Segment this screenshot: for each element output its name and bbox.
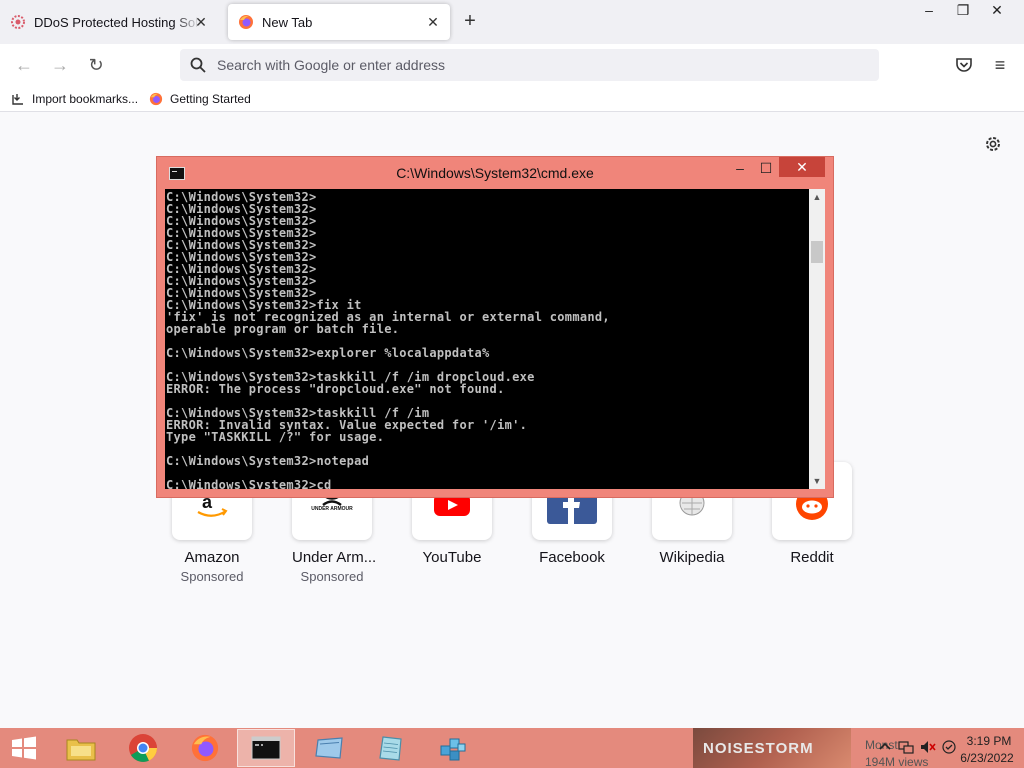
cmd-window[interactable]: C:\Windows\System32\cmd.exe – ☐ ✕ C:\Win…	[156, 156, 834, 498]
clock-time[interactable]: 3:19 PM	[960, 734, 1018, 748]
close-tab-icon[interactable]: ✕	[424, 13, 442, 31]
navigation-toolbar: ← → ↻ Search with Google or enter addres…	[0, 44, 1024, 86]
svg-text:a: a	[202, 496, 213, 512]
menu-hamburger-icon[interactable]: ≡	[990, 54, 1010, 76]
site-favicon-icon	[11, 15, 25, 29]
url-bar[interactable]: Search with Google or enter address	[180, 49, 879, 81]
bookmark-getting-started[interactable]: Getting Started	[149, 92, 251, 106]
chrome-icon	[129, 734, 157, 762]
clock-date[interactable]: 6/23/2022	[954, 751, 1020, 765]
reload-icon[interactable]: ↻	[82, 52, 110, 78]
windows-logo-icon	[12, 736, 36, 760]
gear-icon[interactable]	[983, 134, 1003, 154]
minimize-icon[interactable]: –	[727, 159, 753, 179]
taskbar-package-app[interactable]	[424, 729, 482, 767]
bookmarks-toolbar: Import bookmarks... Getting Started	[0, 86, 1024, 112]
folder-icon	[66, 739, 96, 761]
vertical-scrollbar[interactable]: ▲ ▼	[809, 189, 825, 489]
close-tab-icon[interactable]: ✕	[192, 13, 210, 31]
scroll-down-icon[interactable]: ▼	[809, 473, 825, 489]
taskbar: NOISESTORM Monst 194M views 3:19 PM 6/23…	[0, 728, 1024, 768]
speaker-muted-icon[interactable]	[920, 740, 936, 754]
scroll-up-icon[interactable]: ▲	[809, 189, 825, 205]
bookmark-import[interactable]: Import bookmarks...	[11, 92, 138, 106]
import-icon	[12, 93, 23, 105]
taskbar-app-window[interactable]	[300, 729, 358, 767]
maximize-icon[interactable]: ☐	[753, 159, 779, 179]
new-tab-plus-icon[interactable]: +	[458, 10, 482, 34]
tab-ddos-hosting[interactable]: DDoS Protected Hosting Solutio ✕	[0, 4, 218, 40]
bookmark-label: Getting Started	[170, 91, 251, 106]
pocket-icon[interactable]	[955, 57, 973, 73]
taskbar-cmd[interactable]	[237, 729, 295, 767]
firefox-icon	[191, 734, 219, 762]
chevron-up-icon[interactable]	[878, 740, 892, 754]
firefox-icon	[239, 15, 253, 29]
bookmark-label: Import bookmarks...	[32, 91, 139, 106]
firefox-icon	[149, 92, 163, 105]
close-window-icon[interactable]: ✕	[779, 157, 825, 177]
app-window-icon	[315, 737, 343, 759]
console-output-area[interactable]: C:\Windows\System32> C:\Windows\System32…	[165, 189, 809, 489]
restore-icon[interactable]: ❐	[946, 0, 980, 22]
tab-new-tab[interactable]: New Tab ✕	[228, 4, 450, 40]
taskbar-notepad[interactable]	[362, 729, 420, 767]
cmd-icon	[251, 736, 281, 760]
taskbar-firefox[interactable]	[176, 729, 234, 767]
url-placeholder: Search with Google or enter address	[217, 57, 446, 73]
tab-title: New Tab	[262, 14, 313, 30]
taskbar-file-explorer[interactable]	[52, 729, 110, 767]
minimize-icon[interactable]: –	[912, 0, 946, 22]
back-arrow-icon[interactable]: ←	[10, 52, 38, 78]
thumbnail-brand-text: NOISESTORM	[703, 740, 814, 757]
close-window-icon[interactable]: ✕	[980, 0, 1014, 22]
scroll-thumb[interactable]	[811, 241, 823, 263]
tab-strip: DDoS Protected Hosting Solutio ✕ New Tab…	[0, 0, 1024, 44]
network-icon[interactable]	[898, 740, 914, 754]
console-text: C:\Windows\System32> C:\Windows\System32…	[166, 190, 610, 489]
taskbar-chrome[interactable]	[114, 729, 172, 767]
package-icon	[440, 738, 466, 761]
media-thumbnail[interactable]: NOISESTORM	[693, 728, 851, 768]
tab-title: DDoS Protected Hosting Solutio	[34, 14, 200, 30]
thumbnail-views-text: 194M views	[865, 755, 929, 768]
notepad-icon	[379, 736, 402, 761]
cmd-title-bar[interactable]: C:\Windows\System32\cmd.exe – ☐ ✕	[157, 157, 833, 189]
search-icon	[190, 57, 206, 73]
forward-arrow-icon[interactable]: →	[46, 52, 74, 78]
start-button[interactable]	[0, 729, 48, 767]
